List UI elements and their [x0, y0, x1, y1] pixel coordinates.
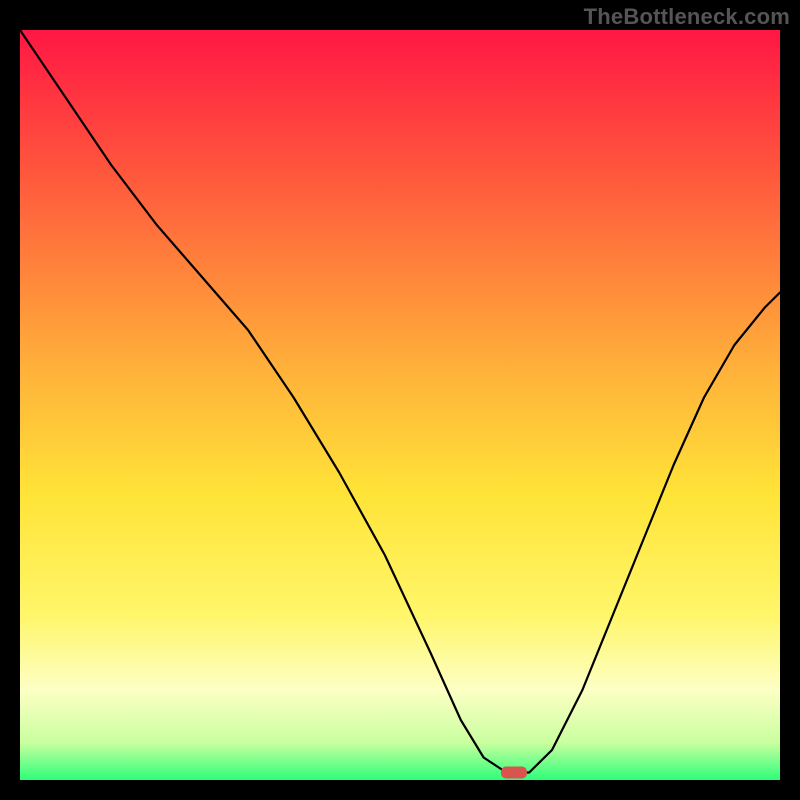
watermark-text: TheBottleneck.com	[584, 4, 790, 30]
plot-area	[20, 30, 780, 780]
optimal-point-marker	[501, 767, 527, 779]
chart-svg	[20, 30, 780, 780]
chart-frame: TheBottleneck.com	[0, 0, 800, 800]
gradient-background	[20, 30, 780, 780]
